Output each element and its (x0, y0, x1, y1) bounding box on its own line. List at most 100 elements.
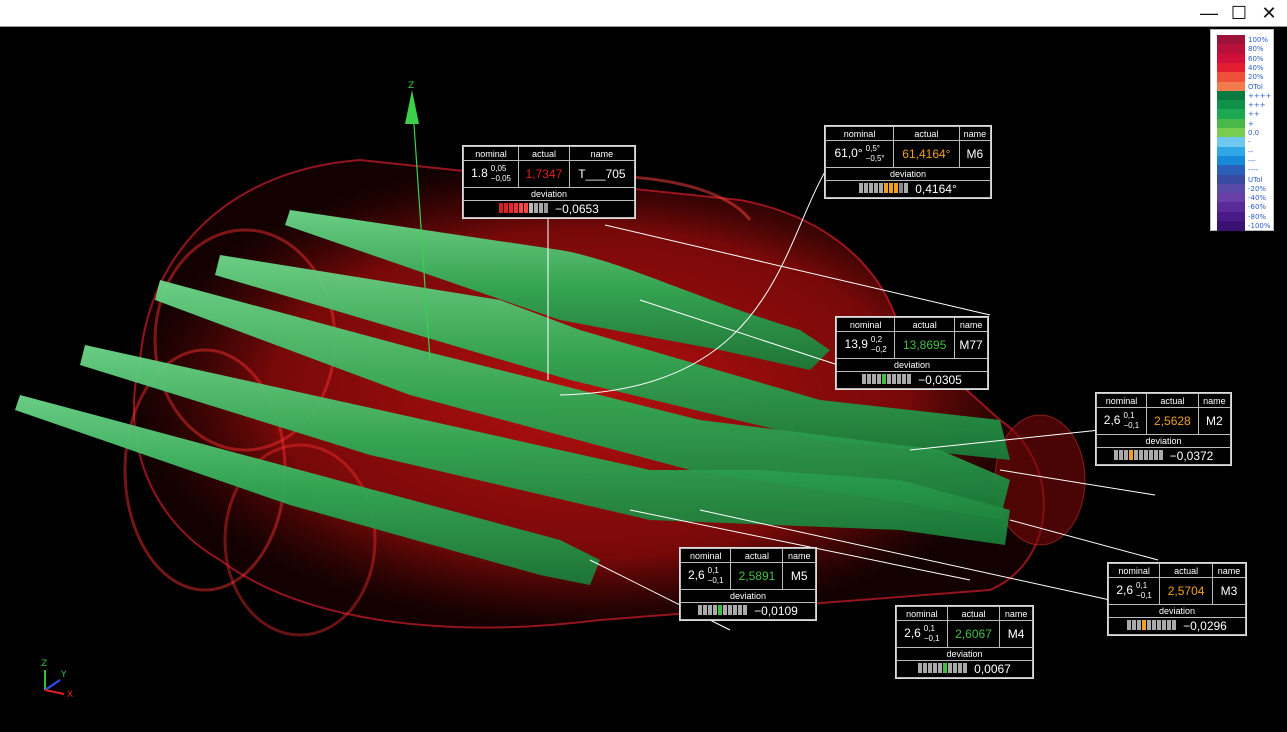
deviation-bar-segment (534, 202, 539, 213)
deviation-row: −0,0372 (1096, 447, 1231, 465)
deviation-bar-segment (884, 182, 889, 193)
tolerance: 0,05 −0,05 (491, 164, 511, 184)
callout-m3[interactable]: nominal actual name 2,6 0,1 −0,1 2,5704 M3 devia… (1107, 562, 1247, 636)
deviation-bar-segment (499, 202, 504, 213)
deviation-row: −0,0109 (680, 602, 816, 620)
deviation-bar (1127, 619, 1177, 633)
deviation-bar-segment (963, 662, 968, 673)
tolerance: 0,1 −0,1 (1123, 411, 1139, 431)
deviation-bar-segment (892, 373, 897, 384)
tolerance: 0,1 −0,1 (924, 624, 940, 644)
deviation-bar-segment (1127, 619, 1132, 630)
actual-value: 1,7347 (518, 160, 570, 188)
callout-m5[interactable]: nominal actual name 2,6 0,1 −0,1 2,5891 M5 devia… (679, 547, 817, 621)
actual-value: 2,5628 (1146, 407, 1199, 435)
deviation-bar-segment (1133, 449, 1138, 460)
name-header: name (958, 126, 992, 141)
legend-label: --- (1248, 156, 1256, 165)
actual-value: 61,4164° (893, 140, 960, 168)
tolerance-lower: −0,1 (923, 634, 940, 643)
deviation-bar-segment (943, 662, 948, 673)
actual-header: actual (946, 606, 1001, 621)
deviation-bar-segment (887, 373, 892, 384)
nominal-number: 13,9 (844, 337, 868, 352)
deviation-bar-segment (728, 604, 733, 615)
deviation-bar-segment (928, 662, 933, 673)
deviation-bar-segment (948, 662, 953, 673)
nominal-value: 61,0° 0,5° −0,5° (824, 140, 895, 168)
deviation-color-legend: 100% 80% 60% 40% 20% OTol ++++ +++ ++ +0.0- -- --- -… (1210, 29, 1274, 231)
legend-label: ---- (1248, 166, 1259, 175)
nominal-number: 2,6 (1116, 583, 1134, 598)
main-z-label: Z (408, 81, 414, 91)
deviation-bar-segment (703, 604, 708, 615)
legend-label: -40% (1248, 194, 1267, 203)
actual-header: actual (894, 317, 956, 332)
deviation-bar-segment (519, 202, 524, 213)
deviation-bar-segment (708, 604, 713, 615)
nominal-number: 1.8 (471, 166, 488, 181)
tolerance: 0,5° −0,5° (866, 144, 885, 164)
legend-label: 60% (1248, 54, 1264, 63)
deviation-bar-segment (733, 604, 738, 615)
callout-m77[interactable]: nominal actual name 13,9 0,2 −0,2 13,8695 M77 de… (835, 316, 989, 390)
deviation-header: deviation (836, 358, 988, 372)
deviation-value: 0,0067 (974, 662, 1011, 676)
deviation-value: −0,0296 (1183, 619, 1227, 633)
nominal-header: nominal (1095, 393, 1148, 408)
actual-header: actual (893, 126, 960, 141)
feature-name: T___705 (568, 160, 636, 188)
deviation-bar-segment (1172, 619, 1177, 630)
feature-name: M2 (1197, 407, 1232, 435)
nominal-header: nominal (824, 126, 895, 141)
legend-label: ++ (1248, 110, 1260, 119)
feature-name: M77 (954, 331, 988, 359)
axis-z-label: Z (41, 659, 47, 669)
deviation-bar-segment (1152, 619, 1157, 630)
tolerance-upper: 0,1 (707, 566, 719, 575)
deviation-bar (862, 373, 912, 387)
legend-label: UTol (1248, 175, 1263, 184)
legend-label: -20% (1248, 184, 1267, 193)
name-header: name (568, 146, 636, 161)
deviation-bar-segment (864, 182, 869, 193)
actual-value: 13,8695 (894, 331, 956, 359)
deviation-bar-segment (1113, 449, 1118, 460)
nominal-header: nominal (1107, 563, 1161, 578)
deviation-value: 0,4164° (915, 182, 957, 196)
deviation-row: −0,0305 (836, 371, 988, 389)
actual-value: 2,6067 (946, 620, 1001, 648)
legend-label: OTol (1248, 82, 1263, 91)
tolerance: 0,1 −0,1 (708, 566, 724, 586)
deviation-bar-segment (874, 182, 879, 193)
tolerance-upper: 0,05 (490, 164, 507, 173)
axis-x-label: X (67, 690, 73, 700)
tolerance-upper: 0,5° (865, 144, 880, 153)
legend-label: -60% (1248, 203, 1267, 212)
legend-label: - (1248, 138, 1251, 147)
legend-swatch (1217, 221, 1245, 231)
nominal-header: nominal (462, 146, 520, 161)
deviation-bar-segment (1137, 619, 1142, 630)
deviation-value: −0,0653 (555, 202, 599, 216)
deviation-bar-segment (933, 662, 938, 673)
actual-value: 2,5704 (1159, 577, 1213, 605)
callout-m6[interactable]: nominal actual name 61,0° 0,5° −0,5° 61,4164° M… (824, 125, 992, 199)
deviation-bar (859, 182, 909, 196)
legend-label: -100% (1248, 222, 1271, 230)
deviation-header: deviation (463, 187, 635, 201)
3d-viewport[interactable]: Z Z Y X (0, 0, 1287, 732)
deviation-row: −0,0653 (463, 200, 635, 218)
nominal-number: 2,6 (904, 626, 921, 641)
callout-t705[interactable]: nominal actual name 1.8 0,05 −0,05 1,7347 T___7… (462, 145, 636, 219)
callout-m2[interactable]: nominal actual name 2,6 0,1 −0,1 2,5628 M2 devia… (1095, 392, 1232, 466)
callout-m4[interactable]: nominal actual name 2,6 0,1 −0,1 2,6067 M4 devia… (895, 605, 1034, 679)
axis-triad: Z Y X (41, 659, 73, 700)
deviation-bar (1113, 449, 1164, 463)
name-header: name (999, 606, 1033, 621)
deviation-bar-segment (1142, 619, 1147, 630)
tolerance-upper: 0,1 (1136, 581, 1148, 590)
deviation-bar-segment (872, 373, 877, 384)
legend-label: +++ (1248, 101, 1266, 110)
deviation-bar-segment (504, 202, 509, 213)
